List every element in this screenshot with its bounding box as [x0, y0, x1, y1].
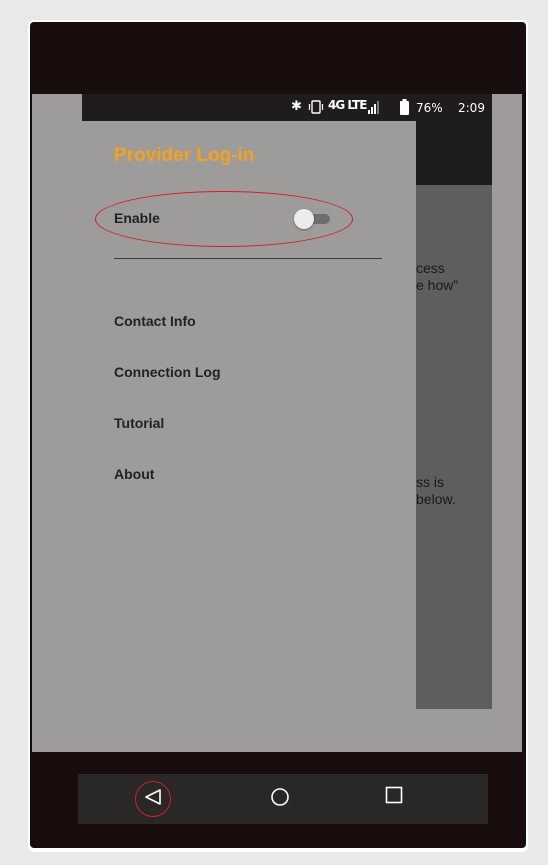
enable-row[interactable]: Enable	[114, 203, 354, 233]
menu-item-contact-info[interactable]: Contact Info	[114, 313, 196, 329]
navigation-drawer: Provider Log-in Enable Contact Info Conn…	[32, 121, 416, 752]
background-text: cess	[416, 260, 445, 276]
phone-device: ✱ 4G LTE 76% 2:09 cess e how” ss is belo…	[30, 22, 526, 848]
background-text: ss is	[416, 474, 444, 490]
enable-toggle[interactable]	[294, 209, 330, 229]
menu-item-connection-log[interactable]: Connection Log	[114, 364, 221, 380]
signal-icon	[368, 100, 380, 117]
home-button[interactable]	[264, 783, 296, 815]
network-indicator: 4G LTE	[328, 98, 367, 112]
app-bar	[416, 121, 492, 185]
toggle-thumb	[294, 209, 314, 229]
background-text: below.	[416, 491, 456, 507]
recents-button[interactable]	[378, 781, 410, 813]
status-bar: ✱ 4G LTE 76% 2:09	[82, 94, 492, 121]
recents-square-icon	[385, 786, 403, 809]
vibrate-icon	[308, 100, 324, 117]
navigation-bar	[78, 774, 488, 824]
enable-label: Enable	[114, 210, 160, 226]
app-screen: ✱ 4G LTE 76% 2:09 cess e how” ss is belo…	[32, 94, 522, 752]
highlight-circle	[135, 781, 171, 817]
bluetooth-icon: ✱	[291, 99, 302, 114]
back-button[interactable]	[135, 781, 171, 817]
menu-item-tutorial[interactable]: Tutorial	[114, 415, 164, 431]
background-text: e how”	[416, 277, 459, 293]
battery-icon	[400, 99, 409, 118]
home-circle-icon	[270, 787, 290, 812]
menu-item-about[interactable]: About	[114, 466, 154, 482]
battery-percent: 76%	[416, 101, 443, 115]
background-content: cess e how” ss is below.	[416, 185, 492, 709]
clock: 2:09	[458, 101, 485, 115]
drawer-title: Provider Log-in	[114, 145, 255, 166]
divider	[114, 258, 382, 259]
